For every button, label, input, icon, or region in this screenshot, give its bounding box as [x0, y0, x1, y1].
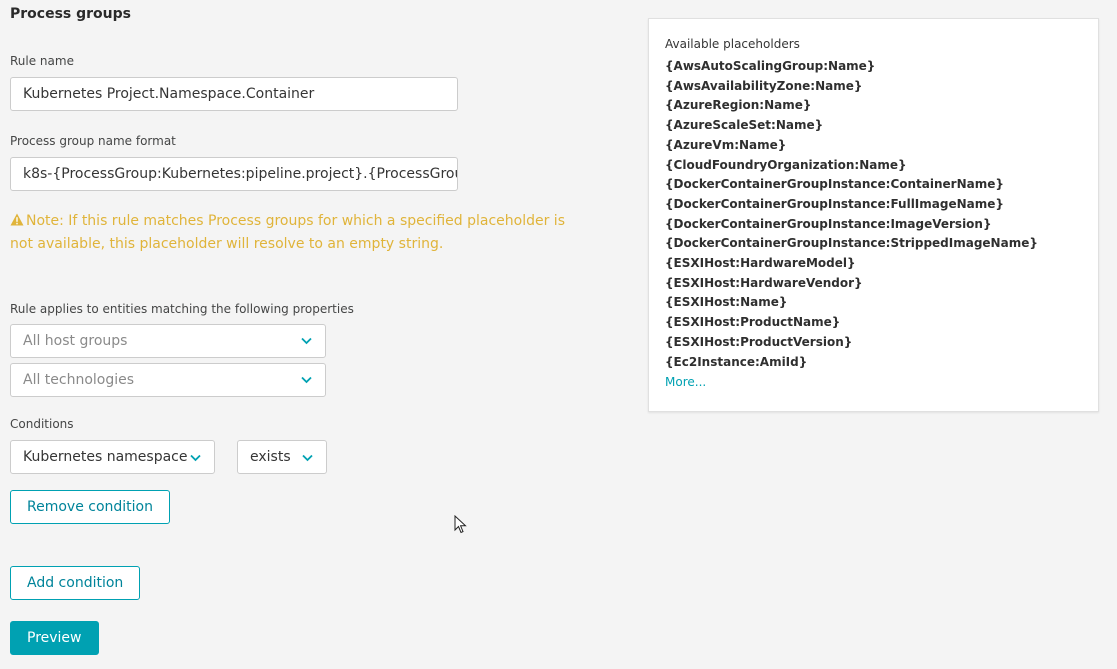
chevron-down-icon: [302, 454, 313, 462]
placeholder-item: {ESXIHost:ProductName}: [665, 315, 841, 330]
placeholder-item: {CloudFoundryOrganization:Name}: [665, 157, 907, 172]
note-text: Note: If this rule matches Process group…: [10, 213, 565, 252]
condition-property-value: Kubernetes namespace: [23, 449, 188, 465]
placeholder-item: {AwsAvailabilityZone:Name}: [665, 78, 863, 93]
placeholder-item: {DockerContainerGroupInstance:ImageVersi…: [665, 216, 992, 231]
available-placeholders-panel: Available placeholders {AwsAutoScalingGr…: [648, 18, 1099, 412]
remove-condition-button[interactable]: Remove condition: [10, 490, 170, 524]
placeholder-item: {Ec2Instance:AmiId}: [665, 354, 808, 369]
add-condition-button[interactable]: Add condition: [10, 566, 141, 600]
placeholder-item: {DockerContainerGroupInstance:FullImageN…: [665, 196, 1004, 211]
mouse-cursor-icon: [454, 515, 467, 534]
technologies-value: All technologies: [23, 372, 135, 388]
technologies-select[interactable]: All technologies: [10, 363, 326, 397]
placeholder-note: Note: If this rule matches Process group…: [10, 210, 590, 256]
placeholder-item: {DockerContainerGroupInstance:ContainerN…: [665, 177, 1004, 192]
placeholder-item: {DockerContainerGroupInstance:StrippedIm…: [665, 236, 1038, 251]
placeholder-item: {AwsAutoScalingGroup:Name}: [665, 59, 876, 73]
chevron-down-icon: [301, 376, 312, 384]
placeholder-item: {AzureVm:Name}: [665, 137, 787, 152]
placeholder-item: {AzureRegion:Name}: [665, 98, 812, 113]
chevron-down-icon: [301, 337, 312, 345]
placeholder-list: {AwsAutoScalingGroup:Name} {AwsAvailabil…: [665, 57, 1082, 372]
warning-icon: [10, 213, 24, 226]
more-placeholders-link[interactable]: More...: [665, 372, 1082, 392]
rule-name-label: Rule name: [10, 54, 74, 68]
applies-to-label: Rule applies to entities matching the fo…: [10, 302, 354, 316]
process-groups-page: Process groups Rule name Kubernetes Proj…: [0, 0, 1117, 669]
placeholder-item: {AzureScaleSet:Name}: [665, 118, 824, 133]
condition-operator-select[interactable]: exists: [237, 440, 327, 474]
name-format-input[interactable]: k8s-{ProcessGroup:Kubernetes:pipeline.pr…: [10, 157, 458, 191]
conditions-label: Conditions: [10, 417, 74, 431]
placeholder-item: {ESXIHost:HardwareVendor}: [665, 275, 863, 290]
preview-button[interactable]: Preview: [10, 621, 99, 655]
condition-operator-value: exists: [250, 449, 291, 465]
host-groups-select[interactable]: All host groups: [10, 324, 326, 358]
placeholder-item: {ESXIHost:ProductVersion}: [665, 334, 853, 349]
panel-title: Available placeholders: [665, 37, 800, 51]
name-format-label: Process group name format: [10, 134, 176, 148]
page-title: Process groups: [10, 6, 131, 22]
placeholder-item: {ESXIHost:Name}: [665, 295, 788, 310]
placeholder-item: {ESXIHost:HardwareModel}: [665, 256, 856, 271]
host-groups-value: All host groups: [23, 333, 128, 349]
condition-property-select[interactable]: Kubernetes namespace: [10, 440, 215, 474]
rule-name-input[interactable]: Kubernetes Project.Namespace.Container: [10, 77, 458, 111]
chevron-down-icon: [190, 454, 201, 462]
